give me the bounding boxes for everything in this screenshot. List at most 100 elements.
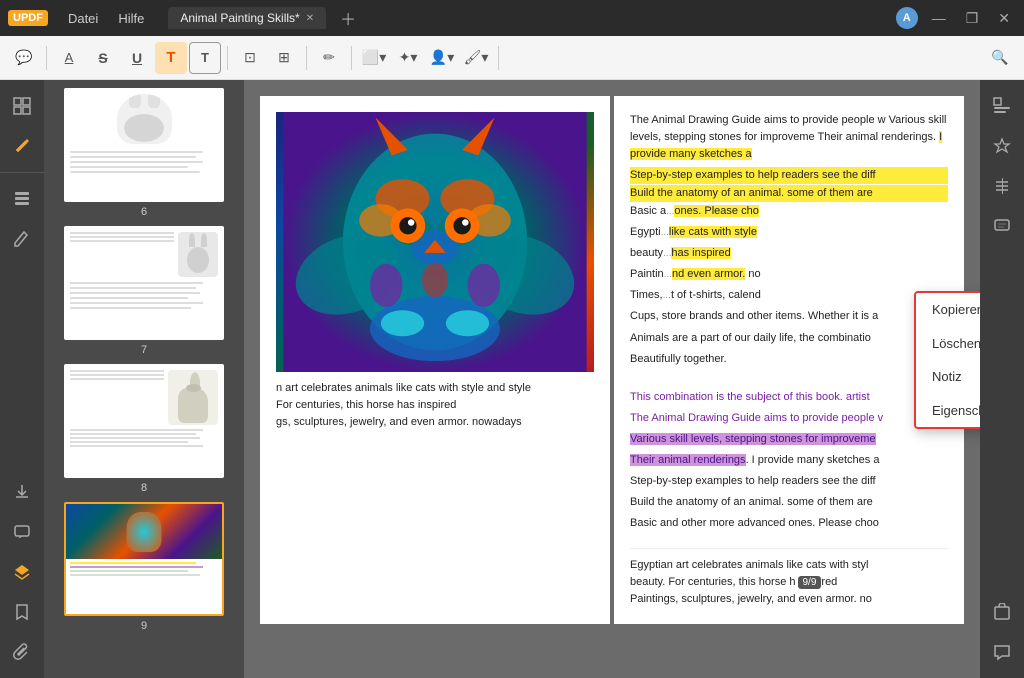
shape-tool-btn[interactable]: ⬜▾	[358, 42, 390, 74]
thumb-label-6: 6	[141, 206, 147, 218]
thumbnail-page-7[interactable]: 7	[52, 226, 236, 356]
text-tool-btn[interactable]: T	[155, 42, 187, 74]
sidebar-item-pages[interactable]	[4, 181, 40, 217]
toolbar-separator-1	[46, 46, 47, 70]
thumbnail-page-8[interactable]: 8	[52, 364, 236, 494]
right-page-text: The Animal Drawing Guide aims to provide…	[630, 112, 948, 532]
frame-tool-btn[interactable]: ⊡	[234, 42, 266, 74]
sidebar-item-export[interactable]	[4, 474, 40, 510]
toolbar-separator-5	[498, 46, 499, 70]
right-panel-1[interactable]	[984, 88, 1020, 124]
strikethrough-tool-btn[interactable]: S	[87, 42, 119, 74]
toolbar-separator-3	[306, 46, 307, 70]
thumb-label-9: 9	[141, 620, 147, 632]
toolbar: 💬 A S U T T ⊡ ⊞ ✏ ⬜▾ ✦▾ 👤▾ 🖌▾ 🔍	[0, 36, 1024, 80]
para-cups: Cups, store brands and other items. Whet…	[630, 308, 948, 325]
context-menu-item-notiz[interactable]: Notiz	[916, 360, 980, 394]
window-controls: A — ❐ ✕	[896, 7, 1016, 29]
stamp-tool-btn[interactable]: 👤▾	[426, 42, 458, 74]
right-panel-3[interactable]	[984, 168, 1020, 204]
para-basic2: Basic and other more advanced ones. Plea…	[630, 515, 948, 532]
toolbar-separator-2	[227, 46, 228, 70]
comment-tool-btn[interactable]: 💬	[8, 42, 40, 74]
freehand-tool-btn[interactable]: ✦▾	[392, 42, 424, 74]
minimize-button[interactable]: —	[926, 8, 952, 28]
para-animals: Animals are a part of our daily life, th…	[630, 330, 948, 347]
maximize-button[interactable]: ❐	[960, 8, 985, 29]
context-eigenschaften-label: Eigenschaften...	[932, 401, 980, 421]
sidebar-item-bookmark[interactable]	[4, 594, 40, 630]
thumbnail-page-6[interactable]: 6	[52, 88, 236, 218]
sidebar-item-edit[interactable]	[4, 221, 40, 257]
right-panel-2[interactable]	[984, 128, 1020, 164]
para-beauty: beauty...has inspired	[630, 245, 948, 262]
para-basic: Basic a...ones. Please cho	[630, 203, 948, 220]
para-build: Build the anatomy of an animal. some of …	[630, 494, 948, 511]
context-kopieren-label: Kopieren	[932, 300, 980, 320]
menu-datei[interactable]: Datei	[60, 9, 106, 28]
pencil-tool-btn[interactable]: ✏	[313, 42, 345, 74]
avatar[interactable]: A	[896, 7, 918, 29]
thumbnail-page-9[interactable]: 9	[52, 502, 236, 632]
right-sidebar	[980, 80, 1024, 678]
sidebar-item-layers[interactable]	[4, 554, 40, 590]
purple-text-2: The Animal Drawing Guide aims to provide…	[630, 410, 948, 427]
tab-close-icon[interactable]: ✕	[306, 13, 314, 24]
para-beautifully: Beautifully together.	[630, 351, 948, 368]
context-loschen-label: Löschen	[932, 334, 980, 354]
thumb-label-8: 8	[141, 482, 147, 494]
paint-tool-btn[interactable]: 🖌▾	[460, 42, 492, 74]
purple-highlight-1: Various skill levels, stepping stones fo…	[630, 433, 876, 445]
thumb-box-9	[64, 502, 224, 616]
thumb-box-8	[64, 364, 224, 478]
right-panel-chat[interactable]	[984, 634, 1020, 670]
sidebar-item-comments[interactable]	[4, 514, 40, 550]
left-bottom-text3: gs, sculptures, jewelry, and even armor.…	[276, 414, 594, 431]
toolbar-separator-4	[351, 46, 352, 70]
left-sidebar	[0, 80, 44, 678]
titlebar: UPDF Datei Hilfe Animal Painting Skills*…	[0, 0, 1024, 36]
app-logo: UPDF	[8, 10, 48, 26]
thumb-box-7	[64, 226, 224, 340]
para1: The Animal Drawing Guide aims to provide…	[630, 112, 948, 163]
menu-hilfe[interactable]: Hilfe	[110, 9, 152, 28]
purple-text-1: This combination is the subject of this …	[630, 389, 948, 406]
underline-tool-btn[interactable]: U	[121, 42, 153, 74]
context-menu-item-kopieren[interactable]: Kopieren Strg+C	[916, 293, 980, 327]
search-btn[interactable]: 🔍	[984, 42, 1016, 74]
bottom-left-text: Egyptian art celebrates animals like cat…	[630, 557, 948, 608]
right-page-bottom: Egyptian art celebrates animals like cat…	[630, 548, 948, 608]
main-layout: 6	[0, 80, 1024, 678]
typewriter-tool-btn[interactable]: T	[189, 42, 221, 74]
para-stepbystep: Step-by-step examples to help readers se…	[630, 473, 948, 490]
left-page: n art celebrates animals like cats with …	[260, 96, 610, 624]
left-bottom-text1: n art celebrates animals like cats with …	[276, 380, 594, 397]
menu-bar: Datei Hilfe	[60, 9, 152, 28]
para-egypt: Egypti...like cats with style	[630, 224, 948, 241]
image-frame-tool-btn[interactable]: ⊞	[268, 42, 300, 74]
para-painting: Paintin...nd even armor. no	[630, 266, 948, 283]
thumb-box-6	[64, 88, 224, 202]
sidebar-item-view[interactable]	[4, 88, 40, 124]
right-panel-4[interactable]	[984, 208, 1020, 244]
context-menu-item-eigenschaften[interactable]: Eigenschaften...	[916, 394, 980, 428]
sidebar-item-annotate[interactable]	[4, 128, 40, 164]
document-tab[interactable]: Animal Painting Skills* ✕	[168, 7, 326, 29]
right-page: The Animal Drawing Guide aims to provide…	[614, 96, 964, 624]
sidebar-item-attachment[interactable]	[4, 634, 40, 670]
tab-add-icon[interactable]: ＋	[340, 6, 356, 30]
close-button[interactable]: ✕	[992, 8, 1016, 29]
right-panel-5[interactable]	[984, 594, 1020, 630]
thumbnail-panel: 6	[44, 80, 244, 678]
thumb-label-7: 7	[141, 344, 147, 356]
para-times: Times,...t of t-shirts, calend	[630, 287, 948, 304]
purple-highlight-2: Their animal renderings	[630, 454, 746, 466]
page-spread: n art celebrates animals like cats with …	[260, 96, 964, 624]
highlight-2: Step-by-step examples to help readers se…	[630, 167, 948, 184]
context-menu-item-loschen[interactable]: Löschen Entf	[916, 327, 980, 361]
tab-title: Animal Painting Skills*	[180, 11, 299, 25]
page-number-badge: 9/9	[798, 576, 822, 589]
left-bottom-text2: For centuries, this horse has inspired	[276, 397, 594, 414]
context-menu: Kopieren Strg+C Löschen Entf Notiz Eigen…	[914, 291, 980, 429]
highlight-tool-btn[interactable]: A	[53, 42, 85, 74]
